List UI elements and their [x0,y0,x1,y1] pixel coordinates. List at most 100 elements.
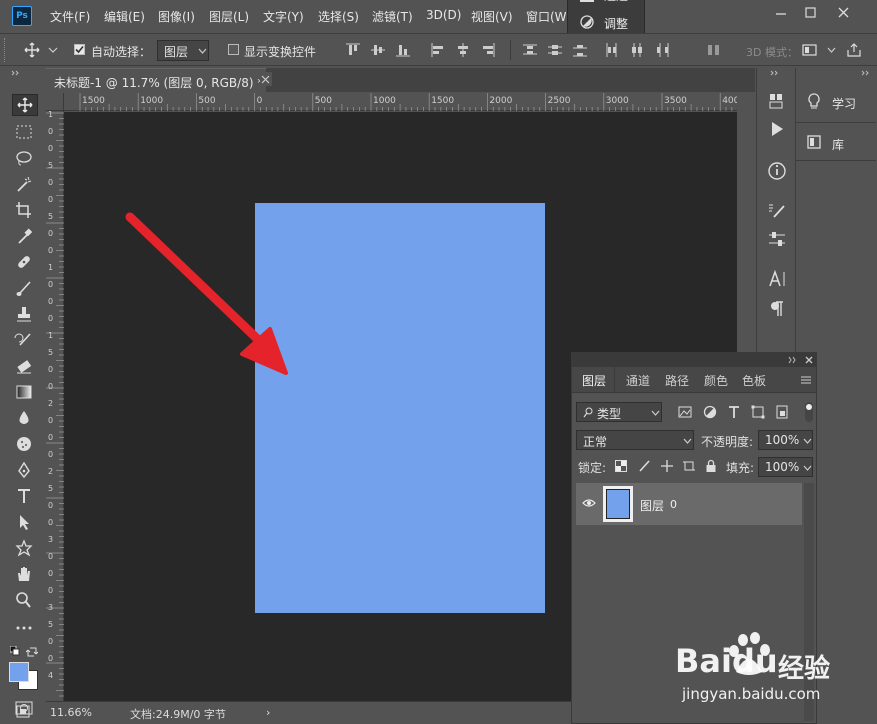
panel-collapse-icon[interactable] [786,355,798,365]
lock-transparent-icon[interactable] [615,460,627,472]
hand-tool[interactable] [12,564,38,586]
share-icon[interactable] [846,42,862,58]
lock-pixels-icon[interactable] [638,460,650,472]
right-panel-collapse-icon[interactable] [856,68,876,78]
menu-view[interactable]: 视图(V) [471,8,513,25]
auto-align-icon[interactable] [706,42,722,58]
character-panel-icon[interactable] [765,268,789,290]
menu-image[interactable]: 图像(I) [158,8,195,25]
horizontal-ruler[interactable]: 1500 1000 500 0 500 1000 1500 2000 2500 3000 3500 4… [64,93,737,111]
healing-brush-tool[interactable] [12,252,38,274]
panel-menu-icon[interactable] [800,375,812,385]
filter-shape-icon[interactable] [751,405,765,419]
menu-type[interactable]: 文字(Y) [263,8,304,25]
path-selection-tool[interactable] [12,512,38,534]
tab-layers[interactable]: 图层 [582,372,606,389]
fill-field[interactable]: 100% [758,457,813,477]
close-window-button[interactable] [833,4,855,22]
menu-filter[interactable]: 滤镜(T) [372,8,413,25]
brush-tool[interactable] [12,278,38,300]
lock-all-icon[interactable] [705,459,717,473]
close-document-button[interactable] [260,72,272,86]
default-colors-icon[interactable] [10,646,20,656]
panel-collapse-icon[interactable] [761,68,791,78]
vertical-ruler[interactable]: 1 0 0 5 0 0 5 0 0 1 0 0 0 1 5 0 0 2 0 0 0 2 5 0 0 3 0 0 0 3 5 0 0 4 [46,93,64,701]
lock-position-icon[interactable] [660,459,674,473]
tab-paths[interactable]: 路径 [665,372,689,389]
status-menu-arrow[interactable]: › [266,706,270,719]
tool-preset-chevron-icon[interactable] [48,46,58,54]
filter-type-icon[interactable] [727,405,741,419]
blend-mode-dropdown[interactable]: 正常 [576,430,694,450]
eyedropper-tool[interactable] [12,226,38,248]
restore-button[interactable] [800,4,822,22]
paragraph-panel-icon[interactable] [765,298,789,320]
menu-file[interactable]: 文件(F) [50,8,90,25]
lock-artboard-icon[interactable] [682,459,696,473]
align-bottom-icon[interactable] [395,42,411,58]
move-tool-icon[interactable] [24,42,40,58]
auto-select-target-dropdown[interactable]: 图层 [157,40,209,61]
adjustment-sliders-icon[interactable] [765,228,789,250]
show-transform-checkbox[interactable] [228,44,239,55]
actions-play-icon[interactable] [765,118,789,140]
swap-colors-icon[interactable] [26,646,38,658]
auto-select-checkbox[interactable] [74,44,85,55]
history-brush-tool[interactable] [12,330,38,352]
tab-swatches[interactable]: 色板 [742,372,766,389]
magic-wand-tool[interactable] [12,174,38,196]
menu-3d[interactable]: 3D(D) [426,8,461,22]
foreground-color-swatch[interactable] [9,662,29,682]
tab-color[interactable]: 颜色 [704,372,728,389]
workspace-chevron-icon[interactable] [827,47,836,54]
marquee-tool[interactable] [12,122,38,144]
distribute-top-icon[interactable] [522,42,538,58]
distribute-bottom-icon[interactable] [572,42,588,58]
distribute-vcenter-icon[interactable] [547,42,563,58]
document-tab[interactable]: 未标题-1 @ 11.7% (图层 0, RGB/8) * [46,68,266,92]
layer-row[interactable]: 图层 0 [576,483,802,525]
eye-visibility-icon[interactable] [582,498,596,508]
layer-filter-dropdown[interactable]: 类型 [576,402,662,422]
brush-settings-icon[interactable] [765,200,789,222]
pen-tool[interactable] [12,460,38,482]
menu-select[interactable]: 选择(S) [318,8,359,25]
opacity-field[interactable]: 100% [758,430,813,450]
tab-channels[interactable]: 通道 [626,372,650,389]
align-left-icon[interactable] [430,42,446,58]
menu-edit[interactable]: 编辑(E) [104,8,145,25]
type-tool[interactable] [12,486,38,508]
distribute-right-icon[interactable] [654,42,670,58]
eraser-tool[interactable] [12,356,38,378]
filter-toggle[interactable] [805,402,813,422]
screen-mode-icon[interactable] [8,703,38,721]
menu-item-adjustments[interactable]: 调整 [604,15,628,32]
workspace-icon[interactable] [802,42,818,58]
tools-collapse-icon[interactable] [8,68,40,78]
custom-shape-tool[interactable] [12,538,38,560]
close-icon[interactable] [804,355,814,365]
filter-smart-object-icon[interactable] [775,405,789,419]
distribute-hcenter-icon[interactable] [629,42,645,58]
menu-item-channels[interactable]: 通道 [604,0,628,2]
align-right-icon[interactable] [480,42,496,58]
align-hcenter-icon[interactable] [455,42,471,58]
align-top-icon[interactable] [345,42,361,58]
crop-tool[interactable] [12,200,38,222]
zoom-level[interactable]: 11.66% [50,706,92,719]
history-panel-icon[interactable] [765,90,789,112]
minimize-button[interactable] [770,4,792,22]
menu-layer[interactable]: 图层(L) [209,8,249,25]
gradient-tool[interactable] [12,382,38,404]
clone-stamp-tool[interactable] [12,304,38,326]
sponge-tool[interactable] [12,434,38,456]
blur-tool[interactable] [12,408,38,430]
layer-name[interactable]: 图层 [640,497,664,514]
lasso-tool[interactable] [12,148,38,170]
libraries-panel-button[interactable]: 库 [800,129,872,157]
move-tool[interactable] [12,94,38,116]
filter-adjustment-icon[interactable] [703,405,717,419]
learn-panel-button[interactable]: 学习 [800,88,872,116]
align-vcenter-icon[interactable] [370,42,386,58]
zoom-tool[interactable] [12,590,38,612]
